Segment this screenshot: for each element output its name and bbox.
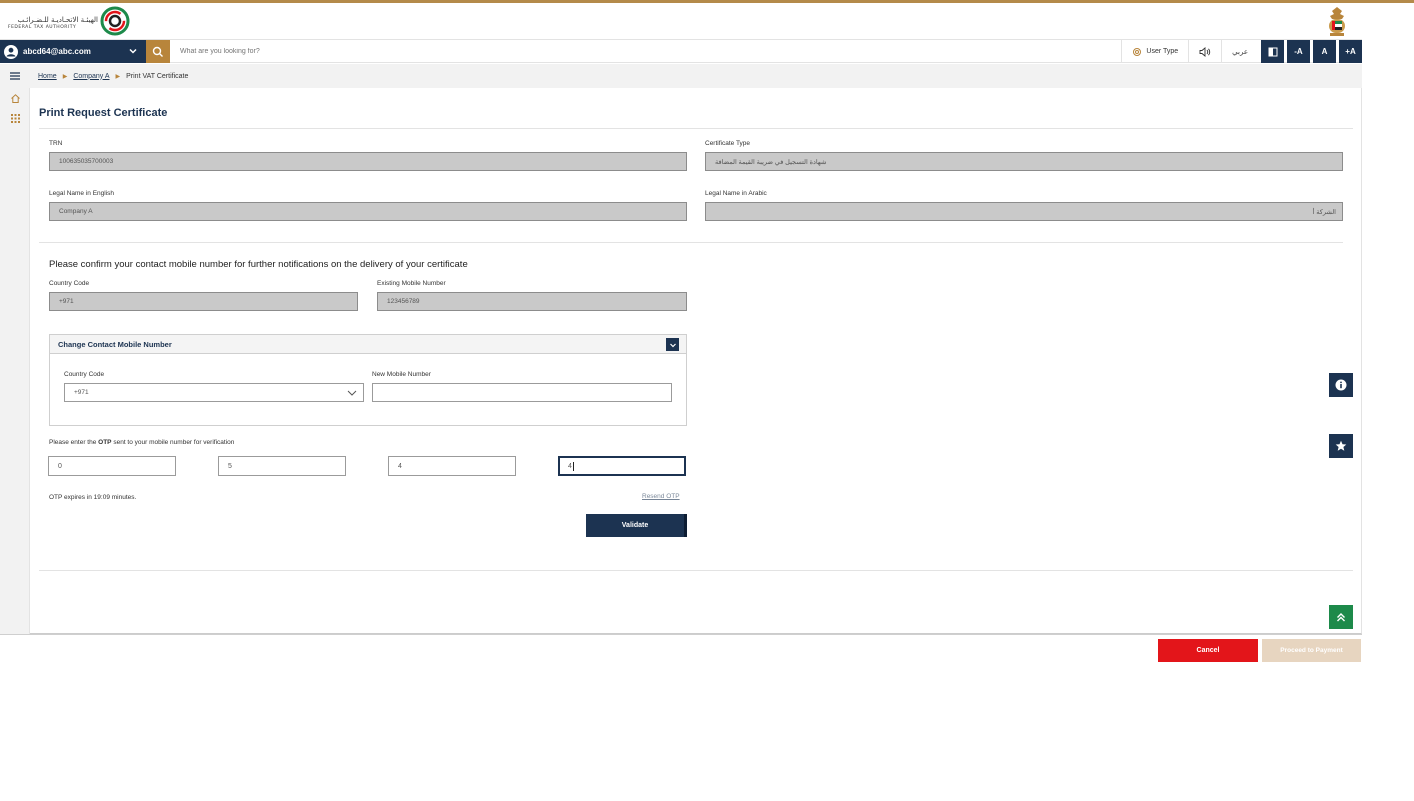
proceed-to-payment-button[interactable]: Proceed to Payment bbox=[1262, 639, 1361, 662]
otp-digit-4-value: 4 bbox=[568, 462, 572, 470]
existing-mobile-label: Existing Mobile Number bbox=[377, 280, 446, 287]
breadcrumb-separator-icon: ▶ bbox=[62, 73, 68, 80]
legal-name-arabic-label: Legal Name in Arabic bbox=[705, 190, 767, 197]
cancel-button[interactable]: Cancel bbox=[1158, 639, 1258, 662]
fta-logo-text: الهيئـة الاتحـاديـة للـضـرائـب FEDERAL T… bbox=[8, 17, 98, 31]
gear-icon bbox=[1133, 47, 1142, 56]
divider bbox=[39, 242, 1343, 243]
text-cursor bbox=[572, 461, 574, 471]
audio-button[interactable] bbox=[1188, 40, 1221, 63]
trn-field: 100635035700003 bbox=[49, 152, 687, 171]
language-label: عربي bbox=[1232, 48, 1248, 56]
otp-instruction-suffix: sent to your mobile number for verificat… bbox=[111, 439, 235, 446]
chevron-down-icon bbox=[129, 48, 137, 54]
logo-arabic-text: الهيئـة الاتحـاديـة للـضـرائـب bbox=[17, 16, 98, 24]
otp-digit-2[interactable]: 5 bbox=[218, 456, 346, 476]
panel-collapse-toggle[interactable] bbox=[666, 338, 679, 351]
otp-digit-3[interactable]: 4 bbox=[388, 456, 516, 476]
logo-english-text: FEDERAL TAX AUTHORITY bbox=[8, 25, 77, 30]
existing-mobile-field: 123456789 bbox=[377, 292, 687, 311]
breadcrumb: Home ▶ Company A ▶ Print VAT Certificate bbox=[30, 73, 188, 80]
language-toggle[interactable]: عربي bbox=[1221, 40, 1258, 63]
chevron-down-icon bbox=[669, 343, 676, 347]
left-sidebar bbox=[0, 88, 30, 634]
contrast-toggle-button[interactable] bbox=[1261, 40, 1284, 63]
main-content: Print Request Certificate TRN 1006350357… bbox=[30, 88, 1362, 634]
user-account-dropdown[interactable]: abcd64@abc.com bbox=[0, 40, 146, 63]
top-navbar: abcd64@abc.com User Type عربي bbox=[0, 39, 1362, 63]
change-mobile-panel-header[interactable]: Change Contact Mobile Number bbox=[50, 335, 686, 354]
favorite-float-button[interactable] bbox=[1329, 434, 1353, 458]
new-country-code-label: Country Code bbox=[64, 371, 105, 378]
legal-name-english-field: Company A bbox=[49, 202, 687, 221]
footer-divider bbox=[0, 634, 1362, 635]
breadcrumb-company-link[interactable]: Company A bbox=[73, 73, 109, 80]
hamburger-menu-icon bbox=[10, 72, 20, 80]
home-icon bbox=[10, 93, 20, 103]
fta-logo-icon[interactable] bbox=[100, 6, 130, 36]
speaker-icon bbox=[1199, 46, 1211, 57]
breadcrumb-current: Print VAT Certificate bbox=[126, 72, 189, 80]
confirm-contact-heading: Please confirm your contact mobile numbe… bbox=[49, 259, 468, 270]
user-email: abcd64@abc.com bbox=[23, 47, 91, 56]
navbar-right-tools: User Type عربي -A A +A bbox=[1121, 40, 1362, 63]
double-chevron-up-icon bbox=[1337, 613, 1345, 622]
certificate-type-field: شهادة التسجيل في ضريبة القيمة المضافة bbox=[705, 152, 1343, 171]
user-type-selector[interactable]: User Type bbox=[1121, 40, 1188, 63]
country-code-field: +971 bbox=[49, 292, 358, 311]
validate-button[interactable]: Validate bbox=[586, 514, 687, 537]
new-mobile-input[interactable] bbox=[372, 383, 672, 402]
hamburger-menu-button[interactable] bbox=[0, 64, 30, 88]
otp-instruction-bold: OTP bbox=[98, 439, 112, 446]
change-mobile-panel: Change Contact Mobile Number Country Cod… bbox=[49, 334, 687, 426]
chevron-down-icon bbox=[347, 390, 357, 396]
grid-icon bbox=[10, 113, 20, 123]
divider bbox=[39, 128, 1353, 129]
search-input[interactable] bbox=[172, 40, 1072, 63]
logo-bar: الهيئـة الاتحـاديـة للـضـرائـب FEDERAL T… bbox=[0, 3, 1414, 39]
font-normal-button[interactable]: A bbox=[1313, 40, 1336, 63]
divider bbox=[39, 570, 1353, 571]
trn-label: TRN bbox=[49, 140, 63, 147]
breadcrumb-bar: Home ▶ Company A ▶ Print VAT Certificate bbox=[0, 64, 1362, 88]
country-code-selected: +971 bbox=[74, 389, 89, 396]
otp-digit-1[interactable]: 0 bbox=[48, 456, 176, 476]
page-title: Print Request Certificate bbox=[39, 107, 168, 119]
search-icon bbox=[152, 46, 163, 57]
search-button[interactable] bbox=[146, 40, 170, 63]
info-float-button[interactable] bbox=[1329, 373, 1353, 397]
user-avatar-icon bbox=[4, 44, 18, 59]
star-icon bbox=[1335, 440, 1347, 451]
certificate-type-label: Certificate Type bbox=[705, 140, 751, 147]
info-icon bbox=[1335, 379, 1347, 391]
legal-name-english-label: Legal Name in English bbox=[49, 190, 115, 197]
otp-instruction-prefix: Please enter the bbox=[49, 439, 99, 446]
legal-name-arabic-field: الشركة أ bbox=[705, 202, 1343, 221]
contrast-icon bbox=[1268, 47, 1277, 56]
sidebar-apps-button[interactable] bbox=[0, 108, 30, 128]
breadcrumb-separator-icon: ▶ bbox=[115, 73, 121, 80]
new-mobile-label: New Mobile Number bbox=[372, 371, 431, 378]
otp-instruction: Please enter the OTP sent to your mobile… bbox=[49, 439, 234, 446]
sidebar-home-button[interactable] bbox=[0, 88, 30, 108]
resend-otp-link[interactable]: Resend OTP bbox=[642, 493, 680, 500]
scroll-to-top-button[interactable] bbox=[1329, 605, 1353, 629]
otp-digit-4[interactable]: 4 bbox=[558, 456, 686, 476]
change-mobile-panel-title: Change Contact Mobile Number bbox=[58, 339, 172, 349]
uae-emblem-icon bbox=[1329, 7, 1345, 36]
font-increase-button[interactable]: +A bbox=[1339, 40, 1362, 63]
country-code-label: Country Code bbox=[49, 280, 90, 287]
font-decrease-button[interactable]: -A bbox=[1287, 40, 1310, 63]
otp-expiry-text: OTP expires in 19:09 minutes. bbox=[49, 494, 137, 501]
user-type-label: User Type bbox=[1146, 48, 1179, 55]
country-code-select[interactable]: +971 bbox=[64, 383, 364, 402]
breadcrumb-home-link[interactable]: Home bbox=[38, 73, 57, 80]
